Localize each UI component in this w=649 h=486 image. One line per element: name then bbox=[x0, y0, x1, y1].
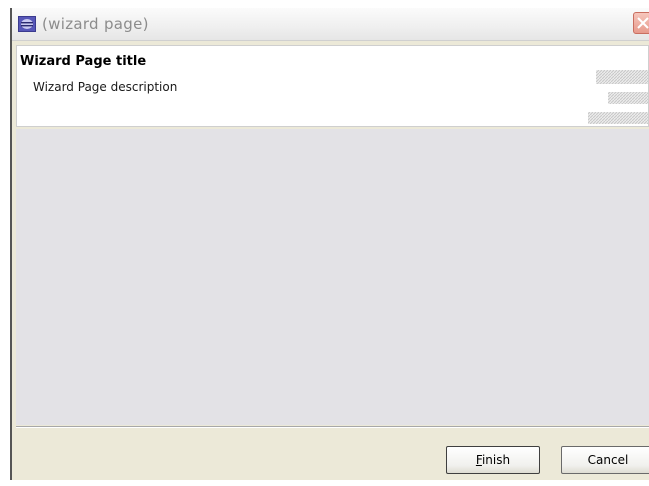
wizard-banner-image bbox=[588, 70, 648, 124]
finish-button[interactable]: Finish bbox=[446, 446, 540, 474]
wizard-dialog: (wizard page) Wizard Page title Wizard P… bbox=[10, 8, 649, 480]
window-title: (wizard page) bbox=[42, 15, 149, 33]
finish-label-rest: inish bbox=[481, 453, 511, 467]
wizard-header: Wizard Page title Wizard Page descriptio… bbox=[16, 45, 649, 127]
close-x-icon bbox=[637, 17, 649, 29]
finish-button-label: Finish bbox=[476, 447, 510, 473]
title-bar[interactable]: (wizard page) bbox=[12, 8, 649, 41]
page-title: Wizard Page title bbox=[20, 54, 147, 69]
close-button[interactable] bbox=[633, 12, 649, 34]
page-description: Wizard Page description bbox=[33, 80, 178, 94]
button-bar: Finish Cancel bbox=[16, 428, 649, 480]
eclipse-app-icon bbox=[18, 16, 36, 32]
cancel-button[interactable]: Cancel bbox=[561, 446, 649, 474]
wizard-content-area bbox=[16, 129, 649, 425]
